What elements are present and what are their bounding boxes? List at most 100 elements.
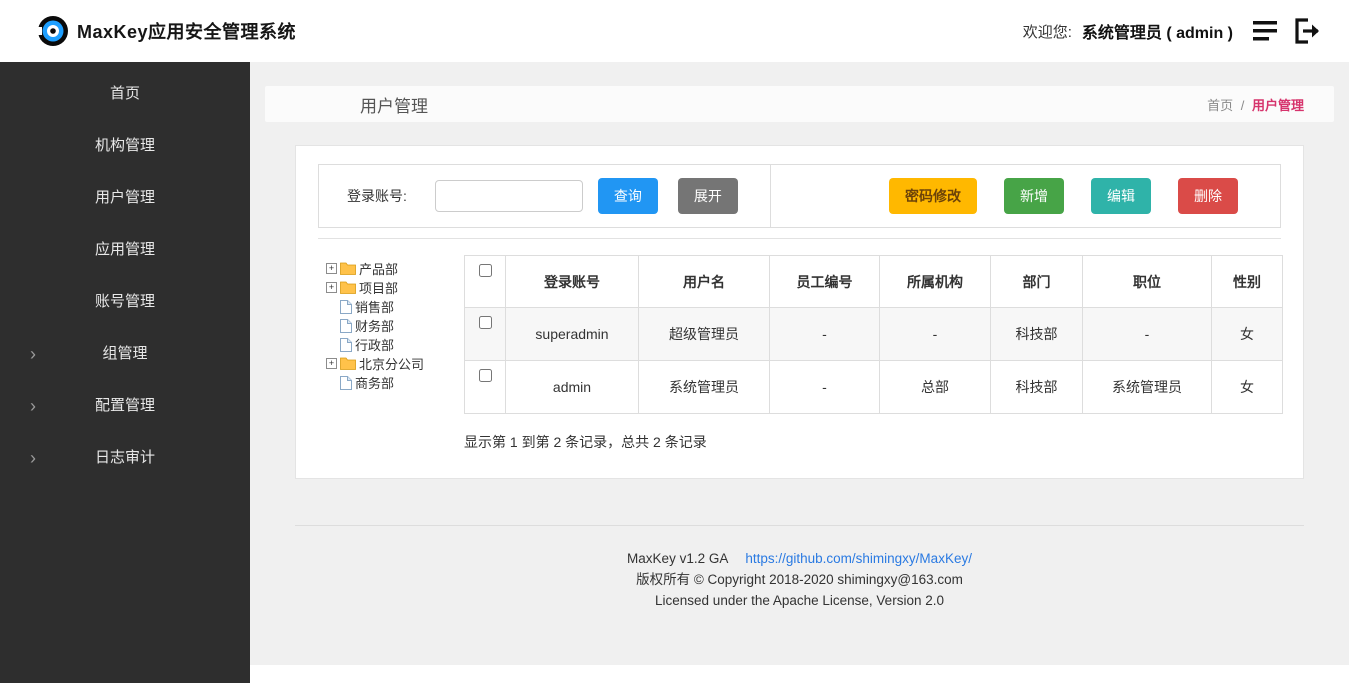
cell-empno: - xyxy=(770,361,880,414)
page-footer: MaxKey v1.2 GA https://github.com/shimin… xyxy=(295,525,1304,611)
cell-position: - xyxy=(1083,308,1212,361)
delete-button[interactable]: 删除 xyxy=(1178,178,1238,214)
tree-node[interactable]: + 项目部 xyxy=(326,278,464,297)
current-user: 系统管理员 ( admin ) xyxy=(1082,19,1233,43)
content-card: 登录账号: 查询 展开 密码修改 新增 编辑 删除 + xyxy=(295,145,1304,479)
tree-node-label: 项目部 xyxy=(359,278,398,297)
folder-icon xyxy=(340,357,356,370)
tree-node[interactable]: 销售部 xyxy=(326,297,464,316)
file-icon xyxy=(340,376,352,390)
users-table-wrap: 登录账号 用户名 员工编号 所属机构 部门 职位 性别 xyxy=(464,255,1283,452)
sidebar-item-label: 日志审计 xyxy=(95,449,155,466)
page-title: 用户管理 xyxy=(360,92,428,117)
footer-version: MaxKey v1.2 GA xyxy=(627,551,728,566)
cell-org: - xyxy=(880,308,991,361)
column-header-org: 所属机构 xyxy=(880,256,991,308)
footer-github-link[interactable]: https://github.com/shimingxy/MaxKey/ xyxy=(745,551,972,566)
sidebar-item-org[interactable]: 机构管理 xyxy=(0,120,250,172)
record-summary: 显示第 1 到第 2 条记录，总共 2 条记录 xyxy=(464,432,1283,452)
app-title: MaxKey应用安全管理系统 xyxy=(77,18,296,44)
logout-icon[interactable] xyxy=(1291,15,1323,47)
sidebar-item-label: 应用管理 xyxy=(95,241,155,258)
sidebar-item-audit[interactable]: › 日志审计 xyxy=(0,432,250,484)
row-checkbox[interactable] xyxy=(479,369,492,382)
sidebar: 首页 机构管理 用户管理 应用管理 账号管理 › 组管理 › 配置管理 › 日志… xyxy=(0,62,250,683)
cell-dept: 科技部 xyxy=(991,308,1083,361)
org-tree: + 产品部 + 项目部 xyxy=(318,255,464,452)
edit-button[interactable]: 编辑 xyxy=(1091,178,1151,214)
sidebar-item-label: 用户管理 xyxy=(95,189,155,206)
file-icon xyxy=(340,319,352,333)
sidebar-item-config[interactable]: › 配置管理 xyxy=(0,380,250,432)
column-header-login: 登录账号 xyxy=(506,256,639,308)
expand-icon[interactable]: + xyxy=(326,282,337,293)
page-header: 用户管理 首页 / 用户管理 xyxy=(265,86,1334,122)
table-row[interactable]: superadmin 超级管理员 - - 科技部 - 女 xyxy=(465,308,1283,361)
cell-gender: 女 xyxy=(1212,308,1283,361)
search-toolbar: 登录账号: 查询 展开 密码修改 新增 编辑 删除 xyxy=(318,164,1281,228)
cell-position: 系统管理员 xyxy=(1083,361,1212,414)
sidebar-item-account[interactable]: 账号管理 xyxy=(0,276,250,328)
table-header-row: 登录账号 用户名 员工编号 所属机构 部门 职位 性别 xyxy=(465,256,1283,308)
column-header-empno: 员工编号 xyxy=(770,256,880,308)
search-form: 登录账号: 查询 展开 xyxy=(319,165,771,227)
welcome-label: 欢迎您: xyxy=(1023,21,1072,42)
sidebar-item-label: 组管理 xyxy=(102,345,147,362)
file-icon xyxy=(340,300,352,314)
sidebar-item-label: 首页 xyxy=(110,85,140,102)
tree-node-label: 行政部 xyxy=(355,335,394,354)
file-icon xyxy=(340,338,352,352)
tree-node-label: 北京分公司 xyxy=(359,354,424,373)
tree-node[interactable]: 行政部 xyxy=(326,335,464,354)
breadcrumb-separator: / xyxy=(1241,98,1245,113)
chevron-right-icon: › xyxy=(30,328,36,380)
column-header-position: 职位 xyxy=(1083,256,1212,308)
sidebar-item-label: 机构管理 xyxy=(95,137,155,154)
sidebar-item-group[interactable]: › 组管理 xyxy=(0,328,250,380)
cell-login: admin xyxy=(506,361,639,414)
tree-node[interactable]: + 产品部 xyxy=(326,259,464,278)
select-all-checkbox[interactable] xyxy=(479,264,492,277)
tree-node-label: 产品部 xyxy=(359,259,398,278)
query-button[interactable]: 查询 xyxy=(598,178,658,214)
menu-lines-icon[interactable] xyxy=(1251,18,1281,44)
cell-login: superadmin xyxy=(506,308,639,361)
change-password-button[interactable]: 密码修改 xyxy=(889,178,977,214)
folder-icon xyxy=(340,281,356,294)
main-content: 用户管理 首页 / 用户管理 登录账号: 查询 展开 密码修改 新增 编辑 xyxy=(250,62,1349,683)
chevron-right-icon: › xyxy=(30,380,36,432)
row-checkbox[interactable] xyxy=(479,316,492,329)
cell-org: 总部 xyxy=(880,361,991,414)
app-logo-icon xyxy=(36,14,70,48)
cell-dept: 科技部 xyxy=(991,361,1083,414)
toolbar-strip xyxy=(318,228,1281,239)
tree-node-label: 财务部 xyxy=(355,316,394,335)
footer-version-line: MaxKey v1.2 GA https://github.com/shimin… xyxy=(295,548,1304,569)
users-table: 登录账号 用户名 员工编号 所属机构 部门 职位 性别 xyxy=(464,255,1283,414)
breadcrumb-home-link[interactable]: 首页 xyxy=(1207,98,1233,113)
tree-node[interactable]: 商务部 xyxy=(326,373,464,392)
sidebar-item-app[interactable]: 应用管理 xyxy=(0,224,250,276)
expand-icon[interactable]: + xyxy=(326,358,337,369)
expand-button[interactable]: 展开 xyxy=(678,178,738,214)
action-buttons: 密码修改 新增 编辑 删除 xyxy=(771,165,1280,227)
footer-divider xyxy=(295,525,1304,526)
tree-node[interactable]: 财务部 xyxy=(326,316,464,335)
login-account-input[interactable] xyxy=(435,180,583,212)
sidebar-item-user[interactable]: 用户管理 xyxy=(0,172,250,224)
cell-name: 超级管理员 xyxy=(639,308,770,361)
search-label: 登录账号: xyxy=(347,186,407,206)
chevron-right-icon: › xyxy=(30,432,36,484)
tree-node-label: 商务部 xyxy=(355,373,394,392)
brand: MaxKey应用安全管理系统 xyxy=(36,14,296,48)
tree-node[interactable]: + 北京分公司 xyxy=(326,354,464,373)
cell-empno: - xyxy=(770,308,880,361)
breadcrumb-current: 用户管理 xyxy=(1252,98,1304,113)
add-button[interactable]: 新增 xyxy=(1004,178,1064,214)
sidebar-item-label: 配置管理 xyxy=(95,397,155,414)
sidebar-item-home[interactable]: 首页 xyxy=(0,68,250,120)
table-row[interactable]: admin 系统管理员 - 总部 科技部 系统管理员 女 xyxy=(465,361,1283,414)
cell-name: 系统管理员 xyxy=(639,361,770,414)
expand-icon[interactable]: + xyxy=(326,263,337,274)
column-header-name: 用户名 xyxy=(639,256,770,308)
